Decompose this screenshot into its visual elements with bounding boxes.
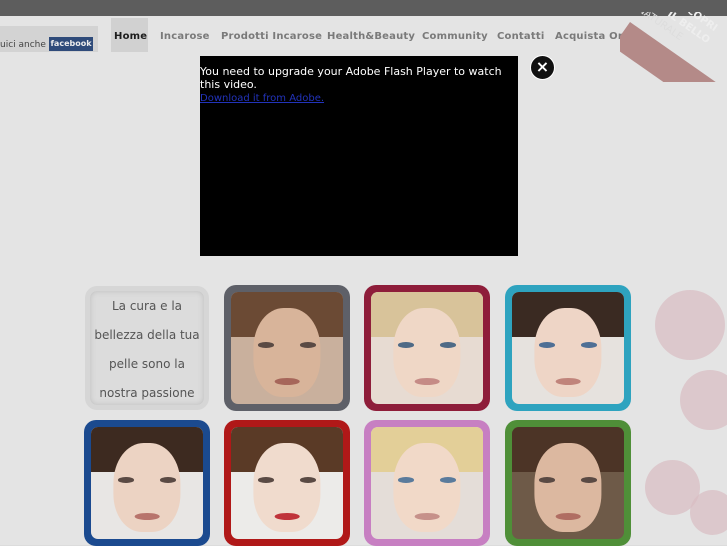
nav-home[interactable]: Home <box>114 31 147 42</box>
portrait-tile[interactable] <box>224 420 350 546</box>
flash-upgrade-message: You need to upgrade your Adobe Flash Pla… <box>200 65 518 105</box>
flash-message-text: You need to upgrade your Adobe Flash Pla… <box>200 65 502 91</box>
portrait-tile[interactable] <box>364 285 490 411</box>
portrait-tile[interactable] <box>364 420 490 546</box>
tagline-line-4: nostra passione <box>99 386 195 400</box>
close-icon[interactable]: × <box>530 55 555 80</box>
tagline-line-1: La cura e la <box>111 299 183 313</box>
nav-contatti[interactable]: Contatti <box>497 31 544 42</box>
scopri-ribbon[interactable]: SCOPRI IL BELLO NATURALE <box>620 12 727 82</box>
tagline-tile: La cura e la bellezza della tua pelle so… <box>85 286 209 410</box>
portrait-image <box>512 292 624 404</box>
nav-prodotti-incarose[interactable]: Prodotti Incarose <box>221 31 322 42</box>
tagline-line-3: pelle sono la <box>109 357 185 371</box>
portrait-tile[interactable] <box>224 285 350 411</box>
nav-incarose[interactable]: Incarose <box>160 31 210 42</box>
flash-download-link[interactable]: Download it from Adobe. <box>200 93 324 104</box>
portrait-image <box>512 427 624 539</box>
portrait-image <box>371 292 483 404</box>
tagline-line-2: bellezza della tua <box>94 328 200 342</box>
portrait-tile[interactable] <box>505 285 631 411</box>
nav-health-beauty[interactable]: Health&Beauty <box>327 31 415 42</box>
portrait-tile[interactable] <box>505 420 631 546</box>
nav-community[interactable]: Community <box>422 31 488 42</box>
portrait-image <box>231 427 343 539</box>
portrait-image <box>231 292 343 404</box>
portrait-image <box>371 427 483 539</box>
facebook-logo[interactable]: facebook <box>49 37 93 51</box>
decorative-bubbles <box>640 260 727 545</box>
top-bar <box>0 0 727 16</box>
portrait-tile[interactable] <box>84 420 210 546</box>
portrait-image <box>91 427 203 539</box>
